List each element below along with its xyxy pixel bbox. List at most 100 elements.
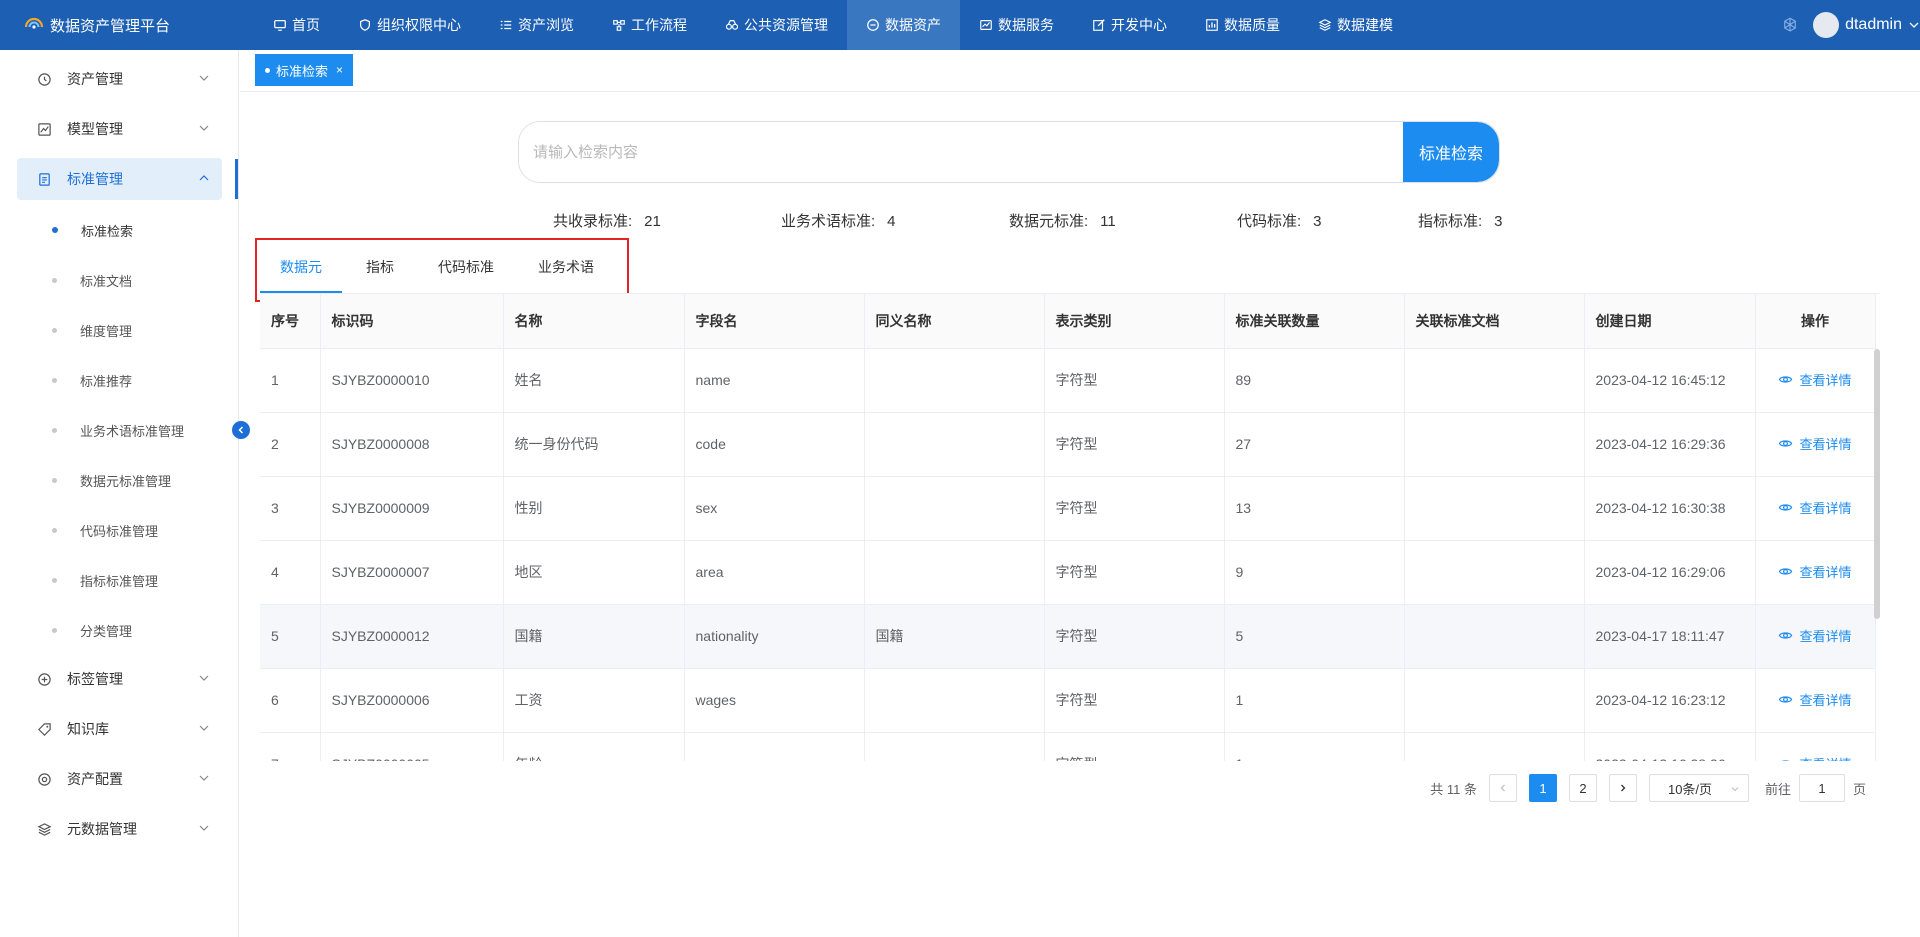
sidebar-group[interactable]: 模型管理 (17, 108, 222, 150)
active-dot (265, 67, 270, 73)
nav-item-9[interactable]: 数据建模 (1299, 0, 1412, 50)
eye-icon (1779, 504, 1793, 511)
nav-item-6[interactable]: 数据服务 (960, 0, 1073, 50)
table-row[interactable]: 5 SJYBZ0000012 国籍 nationality 国籍 字符型 5 2023-04-… (260, 604, 1876, 669)
table-cell: 字符型 (1044, 476, 1225, 541)
stat-item: 代码标准: 3 (1237, 210, 1322, 231)
nav-item-0[interactable]: 首页 (254, 0, 339, 50)
line-chart-icon (38, 122, 51, 136)
view-detail-label: 查看详情 (1799, 565, 1852, 580)
document-icon (39, 172, 50, 186)
table-row[interactable]: 4 SJYBZ0000007 地区 area 字符型 9 2023-04-12 16:29:… (260, 540, 1876, 605)
view-detail-link[interactable]: 查看详情 (1778, 690, 1852, 709)
stack-icon (37, 822, 52, 836)
next-page-button[interactable] (1608, 774, 1637, 802)
nav-label: 开发中心 (1111, 17, 1167, 33)
view-detail-link[interactable]: 查看详情 (1778, 370, 1852, 389)
sidebar-subitem[interactable]: 指标标准管理 (52, 565, 158, 595)
binoculars-icon (725, 20, 739, 30)
view-detail-link[interactable]: 查看详情 (1778, 434, 1852, 453)
chevron-down-icon[interactable] (1908, 19, 1920, 31)
sidebar-group[interactable]: 知识库 (17, 708, 222, 750)
sidebar-group[interactable]: 标准管理 (17, 158, 222, 200)
table-cell: 统一身份代码 (503, 412, 685, 477)
table-cell: age (684, 732, 865, 761)
sidebar: 资产管理模型管理标准管理标准检索标准文档维度管理标准推荐业务术语标准管理 数据元标… (0, 50, 239, 937)
layers-icon (1318, 19, 1332, 31)
table-cell: 1 (1224, 732, 1405, 761)
eye-icon (1779, 696, 1793, 703)
table-row[interactable]: 3 SJYBZ0000009 性别 sex 字符型 13 2023-04-12 16:30:… (260, 476, 1876, 541)
sidebar-subitem[interactable]: 数据元标准管理 (52, 465, 171, 495)
sidebar-subitem[interactable]: 标准文档 (52, 265, 132, 295)
sidebar-group[interactable]: 元数据管理 (17, 808, 222, 850)
app-title: 数据资产管理平台 (50, 17, 171, 35)
brand[interactable]: 数据资产管理平台 (0, 13, 240, 37)
sidebar-subitem-label: 分类管理 (80, 623, 133, 639)
table-cell (1404, 412, 1585, 477)
view-detail-label: 查看详情 (1799, 693, 1852, 708)
column-header: 同义名称 (864, 294, 1045, 349)
view-detail-link[interactable]: 查看详情 (1778, 498, 1852, 517)
page-jump-input[interactable] (1798, 774, 1845, 802)
view-detail-link[interactable]: 查看详情 (1778, 754, 1852, 761)
username[interactable]: dtadmin (1845, 16, 1902, 34)
collapse-sidebar-button[interactable] (232, 421, 250, 439)
table-cell: SJYBZ0000012 (320, 604, 504, 669)
table-cell: 2 (260, 412, 321, 477)
page-1-button[interactable]: 1 (1528, 774, 1557, 802)
nav-item-3[interactable]: 工作流程 (593, 0, 706, 50)
table-cell: SJYBZ0000009 (320, 476, 504, 541)
sidebar-subitem[interactable]: 业务术语标准管理 (52, 415, 184, 445)
view-detail-link[interactable]: 查看详情 (1778, 626, 1852, 645)
search-button[interactable]: 标准检索 (1403, 122, 1499, 182)
prev-page-button[interactable] (1488, 774, 1517, 802)
nav-item-5[interactable]: 数据资产 (847, 0, 960, 50)
sidebar-group[interactable]: 资产管理 (17, 58, 222, 100)
nav-item-2[interactable]: 资产浏览 (480, 0, 593, 50)
tag-icon (38, 722, 51, 736)
close-icon[interactable]: × (336, 63, 343, 77)
nav-label: 工作流程 (631, 17, 687, 33)
stat-item: 共收录标准: 21 (553, 210, 661, 231)
nav-label: 数据服务 (998, 17, 1054, 33)
sidebar-group[interactable]: 资产配置 (17, 758, 222, 800)
sidebar-subitem[interactable]: 标准推荐 (52, 365, 132, 395)
sidebar-subitem[interactable]: 代码标准管理 (52, 515, 158, 545)
sidebar-subitem-label: 代码标准管理 (80, 523, 159, 539)
sidebar-subitem[interactable]: 维度管理 (52, 315, 132, 345)
action-cell: 查看详情 (1755, 540, 1876, 605)
table-cell: 国籍 (864, 604, 1045, 669)
sidebar-group[interactable]: 标签管理 (17, 658, 222, 700)
table-cell: 字符型 (1044, 668, 1225, 733)
table-cell: wages (684, 668, 865, 733)
table-row[interactable]: 7SJYBZ0000005年龄age 字符型1 2023-04-12 16:28:2… (260, 732, 1876, 761)
search-input[interactable] (519, 122, 1403, 182)
assistant-icon[interactable] (1781, 16, 1799, 34)
table-body: 1 SJYBZ0000010 姓名 name 字符型 89 2023-04-12 16:45… (260, 348, 1876, 761)
table-row[interactable]: 1 SJYBZ0000010 姓名 name 字符型 89 2023-04-12 16:45… (260, 348, 1876, 413)
table-scrollbar[interactable] (1874, 349, 1880, 619)
stat-item: 业务术语标准: 4 (781, 210, 896, 231)
table-row[interactable]: 2 SJYBZ0000008 统一身份代码 code 字符型 27 2023-04-12 1… (260, 412, 1876, 477)
nav-item-1[interactable]: 组织权限中心 (339, 0, 480, 50)
page-size-select[interactable]: 10条/页 (1648, 774, 1749, 802)
nav-item-7[interactable]: 开发中心 (1073, 0, 1186, 50)
nav-item-8[interactable]: 数据质量 (1186, 0, 1299, 50)
sidebar-subitem[interactable]: 标准检索 (52, 215, 133, 245)
view-detail-link[interactable]: 查看详情 (1778, 562, 1852, 581)
top-navbar: 数据资产管理平台 首页 组织权限中心 资产浏览 工作流程 公共资源管理 数据资产 数据服务 开… (0, 0, 1920, 50)
chevron-down-icon (199, 125, 209, 131)
bullet-icon (52, 627, 57, 633)
nav-item-4[interactable]: 公共资源管理 (706, 0, 847, 50)
table-row[interactable]: 6 SJYBZ0000006 工资 wages 字符型 1 2023-04-12 16:23… (260, 668, 1876, 733)
sidebar-subitem[interactable]: 分类管理 (52, 615, 132, 645)
table-cell: 89 (1224, 348, 1405, 413)
column-header: 名称 (503, 294, 685, 349)
chevron-down-icon (199, 775, 209, 781)
action-cell: 查看详情 (1755, 412, 1876, 477)
avatar[interactable] (1813, 12, 1840, 38)
open-tab-standard-search[interactable]: 标准检索 × (255, 54, 354, 86)
table-cell: 13 (1224, 476, 1405, 541)
page-2-button[interactable]: 2 (1568, 774, 1597, 802)
